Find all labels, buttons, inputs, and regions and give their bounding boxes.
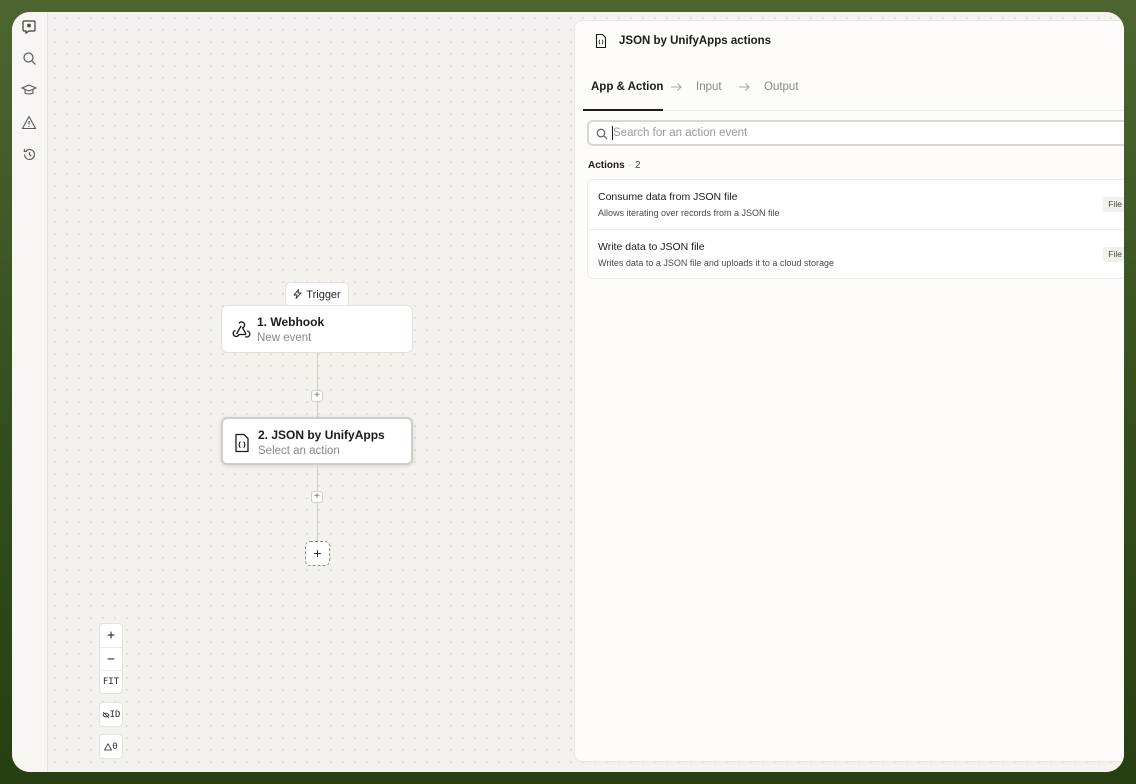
step-tabs: App & Action Input Output: [583, 67, 1124, 111]
workflow-canvas[interactable]: Trigger 1. Webhook New event + 2. JSON b…: [49, 12, 1124, 772]
workflow-node-json[interactable]: 2. JSON by UnifyApps Select an action: [221, 417, 413, 465]
warning-small-icon: [104, 742, 113, 750]
connector-line: [317, 465, 318, 541]
add-step-button[interactable]: +: [311, 491, 323, 503]
actions-count: 2: [635, 160, 641, 171]
fit-view-button[interactable]: FIT: [100, 670, 122, 693]
search-input[interactable]: [613, 125, 1123, 141]
category-badge: File: [1103, 247, 1124, 262]
text-caret: [612, 126, 613, 140]
add-step-button[interactable]: +: [311, 390, 323, 402]
warning-icon[interactable]: [20, 113, 38, 131]
trigger-text: Trigger: [306, 289, 341, 301]
logo-icon[interactable]: [20, 18, 38, 36]
arrow-right-icon: [669, 80, 683, 94]
id-toggle-label: ID: [109, 709, 121, 720]
action-title: Consume data from JSON file: [598, 191, 738, 203]
action-description: Writes data to a JSON file and uploads i…: [598, 258, 834, 268]
app-window: Trigger 1. Webhook New event + 2. JSON b…: [12, 12, 1124, 772]
eye-off-icon: [102, 711, 110, 718]
tab-input[interactable]: Input: [696, 81, 722, 93]
id-toggle[interactable]: ID: [99, 702, 123, 727]
search-icon: [596, 127, 608, 145]
node-subtitle: New event: [257, 332, 312, 344]
webhook-icon: [230, 319, 252, 341]
active-tab-indicator: [583, 109, 663, 111]
actions-panel: JSON by UnifyApps actions App & Action I…: [574, 20, 1124, 762]
node-title: 2. JSON by UnifyApps: [258, 428, 385, 442]
action-list: Consume data from JSON file Allows itera…: [587, 179, 1124, 279]
search-icon[interactable]: [20, 49, 38, 67]
tab-app-action[interactable]: App & Action: [591, 81, 663, 93]
json-file-icon: [231, 432, 253, 454]
separator-dot: ·: [628, 160, 632, 171]
zoom-in-button[interactable]: +: [100, 624, 122, 647]
add-final-step-button[interactable]: +: [305, 541, 330, 566]
zoom-out-button[interactable]: −: [100, 647, 122, 670]
node-title: 1. Webhook: [257, 315, 325, 329]
warnings-count: 0: [112, 741, 118, 752]
json-file-icon: [593, 33, 609, 49]
actions-label: Actions: [588, 160, 625, 171]
action-description: Allows iterating over records from a JSO…: [598, 208, 780, 218]
warnings-content: 0: [100, 735, 122, 758]
workflow-node-webhook[interactable]: 1. Webhook New event: [221, 305, 413, 353]
action-title: Write data to JSON file: [598, 241, 705, 253]
panel-title: JSON by UnifyApps actions: [619, 35, 772, 47]
zoom-controls: + − FIT: [99, 623, 123, 694]
graduation-cap-icon[interactable]: [20, 81, 38, 99]
arrow-right-icon: [737, 80, 751, 94]
list-item[interactable]: Write data to JSON file Writes data to a…: [588, 229, 1124, 279]
id-toggle-content: ID: [100, 703, 122, 726]
action-search-box[interactable]: [587, 120, 1124, 146]
list-item[interactable]: Consume data from JSON file Allows itera…: [588, 180, 1124, 230]
bolt-icon: [293, 288, 302, 302]
tab-output[interactable]: Output: [764, 81, 799, 93]
left-rail: [12, 12, 48, 772]
warnings-count-button[interactable]: 0: [99, 734, 123, 759]
node-subtitle: Select an action: [258, 445, 340, 457]
history-icon[interactable]: [20, 145, 38, 163]
category-badge: File: [1103, 197, 1124, 212]
connector-line: [317, 353, 318, 417]
